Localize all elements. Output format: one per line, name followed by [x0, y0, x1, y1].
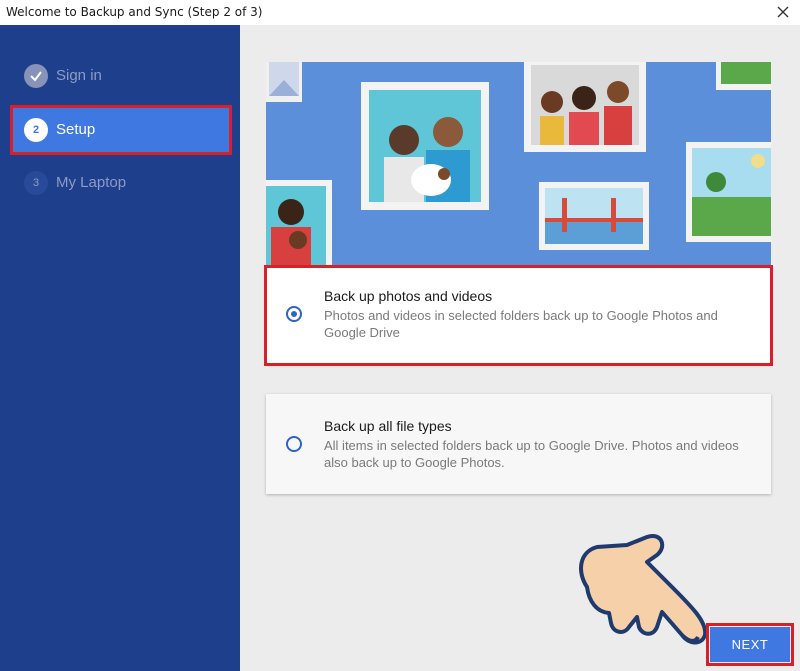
option-description: Photos and videos in selected folders ba… — [324, 308, 718, 340]
option-title: Back up photos and videos — [324, 288, 493, 304]
sidebar-item-label: My Laptop — [56, 174, 127, 191]
backup-photos-option[interactable]: Back up photos and videos Photos and vid… — [264, 265, 773, 366]
photos-illustration — [266, 62, 771, 290]
sidebar: Sign in 2 Setup 3 My Laptop — [0, 25, 240, 671]
sidebar-item-label: Setup — [56, 121, 96, 138]
step-number: 3 — [24, 171, 48, 195]
sidebar-item-my-laptop[interactable]: 3 My Laptop — [12, 160, 230, 206]
backup-all-files-radio[interactable] — [286, 436, 302, 452]
window-title: Welcome to Backup and Sync (Step 2 of 3) — [6, 5, 263, 19]
main-panel: Back up photos and videos Photos and vid… — [240, 25, 800, 671]
sidebar-item-label: Sign in — [56, 67, 102, 84]
backup-all-files-option[interactable]: Back up all file types All items in sele… — [266, 394, 771, 494]
pointing-hand-icon — [579, 534, 708, 645]
option-title: Back up all file types — [324, 418, 452, 434]
step-number: 2 — [24, 118, 48, 142]
backup-photos-radio[interactable] — [286, 306, 302, 322]
next-button[interactable]: NEXT — [706, 623, 794, 666]
close-icon[interactable] — [774, 3, 792, 21]
sidebar-item-setup[interactable]: 2 Setup — [10, 105, 232, 155]
sidebar-item-sign-in[interactable]: Sign in — [12, 53, 230, 99]
option-description: All items in selected folders back up to… — [324, 438, 739, 470]
check-icon — [24, 64, 48, 88]
title-bar: Welcome to Backup and Sync (Step 2 of 3) — [0, 0, 800, 25]
